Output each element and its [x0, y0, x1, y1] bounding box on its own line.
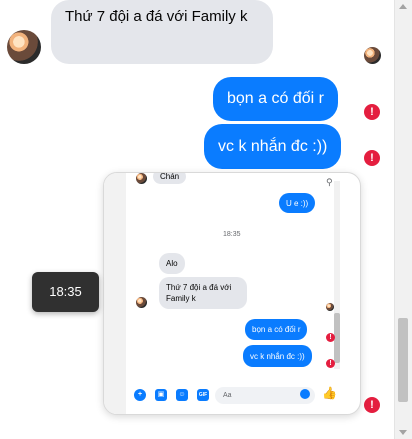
preview-avatar	[136, 297, 147, 308]
preview-incoming-message: Thứ 7 đội a đá với Family k	[159, 277, 247, 309]
message-text: Thứ 7 đội a đá với Family k	[65, 8, 248, 25]
scroll-thumb[interactable]	[398, 318, 408, 402]
preview-message-text: bọn a có đối r	[252, 325, 301, 334]
outgoing-message[interactable]: vc k nhắn đc :))	[204, 124, 342, 169]
message-text: bọn a có đối r	[227, 90, 324, 107]
error-icon[interactable]: !	[364, 150, 380, 166]
preview-gif-icon: GIF	[197, 389, 209, 401]
preview-gif-label: GIF	[198, 392, 208, 398]
preview-chat-window: Chán ⚲ U e :)) 18:35 Alo Thứ 7 đội a đá …	[126, 173, 348, 414]
preview-message-text: Alo	[166, 259, 178, 268]
preview-like-icon: 👍	[322, 386, 337, 400]
preview-message-text: Thứ 7 đội a đá với Family k	[166, 283, 232, 303]
preview-message-text: vc k nhắn đc :))	[250, 351, 305, 361]
preview-timestamp: 18:35	[223, 231, 241, 238]
preview-emoji-icon	[300, 389, 310, 399]
preview-message-text: Chán	[160, 172, 180, 181]
preview-incoming-message: Chán	[153, 172, 187, 184]
time-tooltip: 18:35	[32, 272, 99, 312]
incoming-message[interactable]: Thứ 7 đội a đá với Family k	[51, 0, 273, 64]
seen-avatar	[364, 47, 381, 64]
error-icon[interactable]: !	[364, 104, 380, 120]
preview-incoming-message: Alo	[159, 253, 185, 274]
chat-preview-thumbnail[interactable]: Chán ⚲ U e :)) 18:35 Alo Thứ 7 đội a đá …	[103, 172, 361, 415]
preview-outgoing-message: bọn a có đối r	[245, 319, 308, 340]
preview-message-text: U e :))	[286, 198, 309, 208]
scroll-down-icon[interactable]	[399, 430, 407, 435]
preview-seen-avatar	[326, 303, 334, 311]
preview-image-icon: ▣	[155, 389, 167, 401]
preview-avatar	[136, 173, 147, 184]
preview-error-icon: !	[326, 333, 335, 342]
preview-error-icon: !	[326, 359, 335, 368]
message-text: vc k nhắn đc :))	[218, 137, 328, 155]
preview-sticker-icon: ☺	[176, 389, 188, 401]
preview-search-icon: ⚲	[326, 177, 333, 187]
scroll-up-icon[interactable]	[399, 4, 407, 9]
preview-scrollbar	[334, 181, 340, 369]
error-icon[interactable]: !	[364, 397, 380, 413]
preview-add-icon: +	[134, 389, 146, 401]
preview-input-placeholder: Aa	[223, 392, 232, 399]
preview-outgoing-message: U e :))	[279, 193, 316, 213]
preview-composer: + ▣ ☺ GIF Aa 👍	[126, 379, 348, 411]
page-scrollbar[interactable]	[394, 0, 412, 439]
preview-gutter	[104, 173, 126, 414]
outgoing-message[interactable]: bọn a có đối r	[213, 77, 338, 121]
contact-avatar[interactable]	[7, 30, 41, 64]
preview-outgoing-message: vc k nhắn đc :))	[243, 345, 312, 367]
